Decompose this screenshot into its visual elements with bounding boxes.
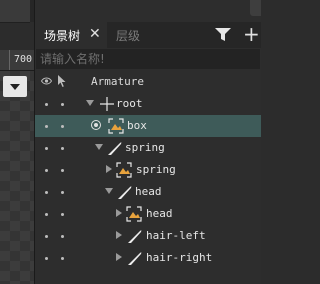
scene-canvas[interactable] xyxy=(0,71,34,284)
lock-dot[interactable] xyxy=(61,103,64,106)
visibility-dot[interactable] xyxy=(45,169,48,172)
tab-bar: 场景树 ✕ 层级 + xyxy=(35,22,261,48)
tree-row-label: spring xyxy=(136,163,176,176)
search-input[interactable] xyxy=(36,49,260,69)
bone-cross-icon xyxy=(100,97,114,111)
lock-dot[interactable] xyxy=(61,191,64,194)
tree-row[interactable]: hair-left xyxy=(35,225,261,247)
tree-row[interactable]: root xyxy=(35,93,261,115)
tree-row-label: head xyxy=(146,207,173,220)
expand-arrow-icon[interactable] xyxy=(86,100,94,106)
visibility-dot[interactable] xyxy=(45,213,48,216)
add-icon[interactable]: + xyxy=(243,23,260,45)
left-panel-tab[interactable] xyxy=(0,0,30,23)
collapse-arrow-icon[interactable] xyxy=(116,231,122,239)
collapse-arrow-icon[interactable] xyxy=(116,253,122,261)
tree-row[interactable]: head xyxy=(35,203,261,225)
panel-corner xyxy=(250,0,261,16)
image-slot-icon xyxy=(126,206,142,222)
image-slot-icon xyxy=(108,118,124,134)
visibility-dot[interactable] xyxy=(45,147,48,150)
visibility-dot[interactable] xyxy=(45,257,48,260)
expand-arrow-icon[interactable] xyxy=(95,144,103,150)
visibility-dot[interactable] xyxy=(45,125,48,128)
visibility-dot[interactable] xyxy=(45,191,48,194)
bone-icon xyxy=(128,252,142,265)
tree-row-label: spring xyxy=(125,141,165,154)
ruler-tick xyxy=(9,50,10,70)
image-slot-icon xyxy=(116,162,132,178)
close-icon[interactable]: ✕ xyxy=(89,27,101,41)
dropdown-button[interactable] xyxy=(3,76,27,97)
cursor-lock-icon[interactable] xyxy=(58,75,66,87)
tree-row-label: hair-left xyxy=(146,229,206,242)
tree-row-label: box xyxy=(127,119,147,132)
tree-row-label: root xyxy=(116,97,143,110)
tree-row-label: head xyxy=(135,185,162,198)
tree-row[interactable]: hair-right xyxy=(35,247,261,269)
tab-scene-tree[interactable]: 场景树 ✕ xyxy=(35,22,107,48)
lock-dot[interactable] xyxy=(61,257,64,260)
tree-row[interactable]: box xyxy=(35,115,261,137)
horizontal-ruler: 700 xyxy=(0,50,35,71)
bone-icon xyxy=(128,230,142,243)
lock-dot[interactable] xyxy=(61,235,64,238)
tree-row[interactable]: head xyxy=(35,181,261,203)
collapse-arrow-icon[interactable] xyxy=(106,165,112,173)
lock-dot[interactable] xyxy=(61,125,64,128)
visibility-dot[interactable] xyxy=(45,235,48,238)
filter-icon[interactable] xyxy=(215,28,231,42)
expand-arrow-icon[interactable] xyxy=(105,188,113,194)
scene-tree-panel: 场景树 ✕ 层级 + Armature root xyxy=(35,0,261,284)
ruler-value: 700 xyxy=(14,54,33,65)
target-icon[interactable] xyxy=(91,120,101,130)
tree-row[interactable]: spring xyxy=(35,137,261,159)
visibility-dot[interactable] xyxy=(45,103,48,106)
lock-dot[interactable] xyxy=(61,213,64,216)
tab-scene-tree-label: 场景树 xyxy=(44,29,81,43)
tree-row[interactable]: spring xyxy=(35,159,261,181)
lock-dot[interactable] xyxy=(61,147,64,150)
bone-icon xyxy=(118,186,132,199)
tree-row-label: hair-right xyxy=(146,251,213,264)
armature-label: Armature xyxy=(91,75,144,88)
collapse-arrow-icon[interactable] xyxy=(116,209,122,217)
lock-dot[interactable] xyxy=(61,169,64,172)
tree-header: Armature xyxy=(35,71,261,93)
bone-icon xyxy=(108,142,122,155)
tab-hierarchy[interactable]: 层级 xyxy=(116,27,140,44)
eye-icon[interactable] xyxy=(41,77,52,85)
